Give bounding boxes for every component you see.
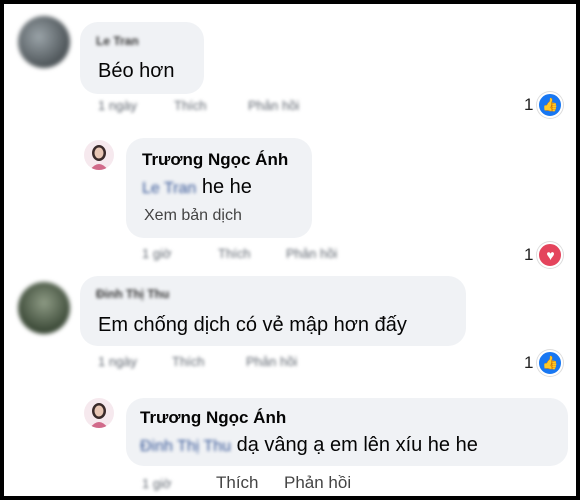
reply-button[interactable]: Phản hồi [248, 98, 299, 113]
comment-timestamp[interactable]: 1 ngày [98, 354, 137, 369]
comment-text: Em chống dịch có vẻ mập hơn đấy [98, 314, 407, 336]
reaction-count[interactable]: 1 👍 [524, 350, 564, 376]
comment-author[interactable]: Le Tran [96, 34, 139, 48]
like-icon: 👍 [537, 350, 564, 376]
avatar[interactable] [84, 398, 114, 428]
comment-thread: Le Tran Béo hơn 1 ngày Thích Phản hồi 1 … [4, 4, 576, 496]
person-photo-icon [90, 145, 108, 170]
reaction-number: 1 [524, 353, 534, 372]
reaction-count[interactable]: 1 👍 [524, 92, 564, 118]
love-icon: ♥ [537, 242, 564, 268]
comment-bubble [80, 22, 204, 94]
comment-timestamp[interactable]: 1 ngày [98, 98, 137, 113]
like-button[interactable]: Thích [216, 473, 259, 493]
comment-timestamp[interactable]: 1 giờ [142, 246, 172, 261]
comment-body: he he [201, 176, 252, 198]
avatar[interactable] [18, 282, 70, 334]
like-button[interactable]: Thích [172, 354, 205, 369]
reaction-count[interactable]: 1 ♥ [524, 242, 564, 268]
like-icon: 👍 [537, 92, 564, 118]
comment-text: Le Tran he he [142, 176, 252, 199]
comment-author[interactable]: Đinh Thị Thu [96, 287, 169, 301]
reaction-number: 1 [524, 245, 534, 264]
mention-link[interactable]: Đinh Thị Thu [140, 438, 231, 455]
comment-body: dạ vâng ạ em lên xíu he he [236, 434, 478, 456]
reaction-number: 1 [524, 95, 534, 114]
reply-button[interactable]: Phản hồi [246, 354, 297, 369]
reply-button[interactable]: Phản hồi [286, 246, 337, 261]
avatar[interactable] [84, 140, 114, 170]
comment-author[interactable]: Trương Ngọc Ánh [142, 150, 288, 170]
comment-timestamp[interactable]: 1 giờ [142, 476, 172, 491]
avatar[interactable] [18, 16, 70, 68]
person-photo-icon [90, 403, 108, 428]
comment-text: Đinh Thị Thu dạ vâng ạ em lên xíu he he [140, 434, 478, 457]
mention-link[interactable]: Le Tran [142, 180, 196, 197]
see-translation-link[interactable]: Xem bản dịch [144, 207, 242, 225]
comment-text: Béo hơn [98, 60, 175, 82]
reply-button[interactable]: Phản hồi [284, 473, 351, 493]
like-button[interactable]: Thích [174, 98, 207, 113]
comment-author[interactable]: Trương Ngọc Ánh [140, 408, 286, 428]
like-button[interactable]: Thích [218, 246, 251, 261]
